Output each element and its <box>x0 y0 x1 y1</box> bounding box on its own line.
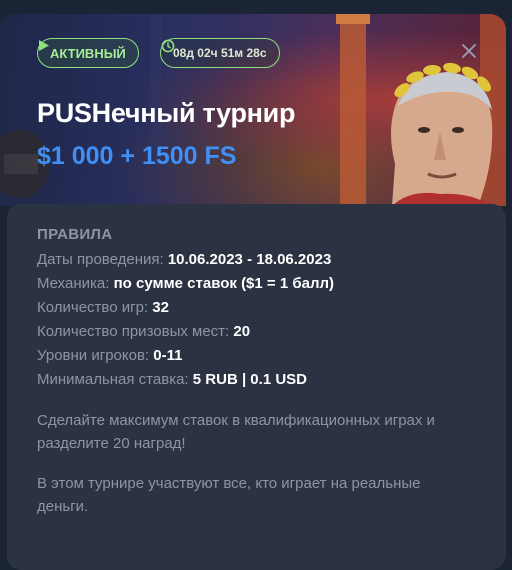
rule-value: 10.06.2023 - 18.06.2023 <box>167 251 332 268</box>
rule-row-levels: Уровни игроков: 0-11 <box>37 344 506 368</box>
rule-label: Минимальная ставка: <box>37 371 193 388</box>
rule-label: Количество игр: <box>37 299 153 316</box>
hero-banner: АКТИВНЫЙ 08д 02ч 51м 28с PUSHечный турни… <box>0 14 506 206</box>
status-label: АКТИВНЫЙ <box>50 45 126 61</box>
close-button[interactable] <box>460 42 482 64</box>
rules-description: Сделайте максимум ставок в квалификацион… <box>37 412 435 452</box>
rule-label: Даты проведения: <box>37 251 168 268</box>
timer-value: 08д 02ч 51м 28с <box>173 46 267 60</box>
timer-badge: 08д 02ч 51м 28с <box>160 38 280 68</box>
rule-value: 5 RUB | 0.1 USD <box>192 371 307 388</box>
tournament-card: АКТИВНЫЙ 08д 02ч 51м 28с PUSHечный турни… <box>0 14 506 570</box>
status-badge: АКТИВНЫЙ <box>37 38 139 68</box>
tournament-title: PUSHечный турнир <box>37 98 296 128</box>
rule-label: Количество призовых мест: <box>37 323 234 340</box>
rule-row-dates: Даты проведения: 10.06.2023 - 18.06.2023 <box>37 248 506 272</box>
rule-label: Механика: <box>37 275 114 292</box>
rule-value: 0-11 <box>153 347 183 364</box>
rules-heading: ПРАВИЛА <box>37 226 113 243</box>
rule-row-prize-places: Количество призовых мест: 20 <box>37 320 506 344</box>
rule-value: 32 <box>152 299 169 316</box>
rules-panel: ПРАВИЛА Даты проведения: 10.06.2023 - 18… <box>7 204 506 570</box>
rule-row-games: Количество игр: 32 <box>37 296 506 320</box>
rule-label: Уровни игроков: <box>37 347 154 364</box>
clock-icon <box>161 39 175 53</box>
rule-row-min-bet: Минимальная ставка: 5 RUB | 0.1 USD <box>37 368 506 392</box>
play-icon <box>39 40 49 51</box>
rules-eligibility: В этом турнире участвуют все, кто играет… <box>37 475 421 515</box>
rule-value: по сумме ставок ($1 = 1 балл) <box>113 275 335 292</box>
rule-value: 20 <box>233 323 251 340</box>
rule-row-mechanics: Механика: по сумме ставок ($1 = 1 балл) <box>37 272 506 296</box>
prize-pool: $1 000 + 1500 FS <box>37 142 237 170</box>
close-icon <box>462 44 476 58</box>
